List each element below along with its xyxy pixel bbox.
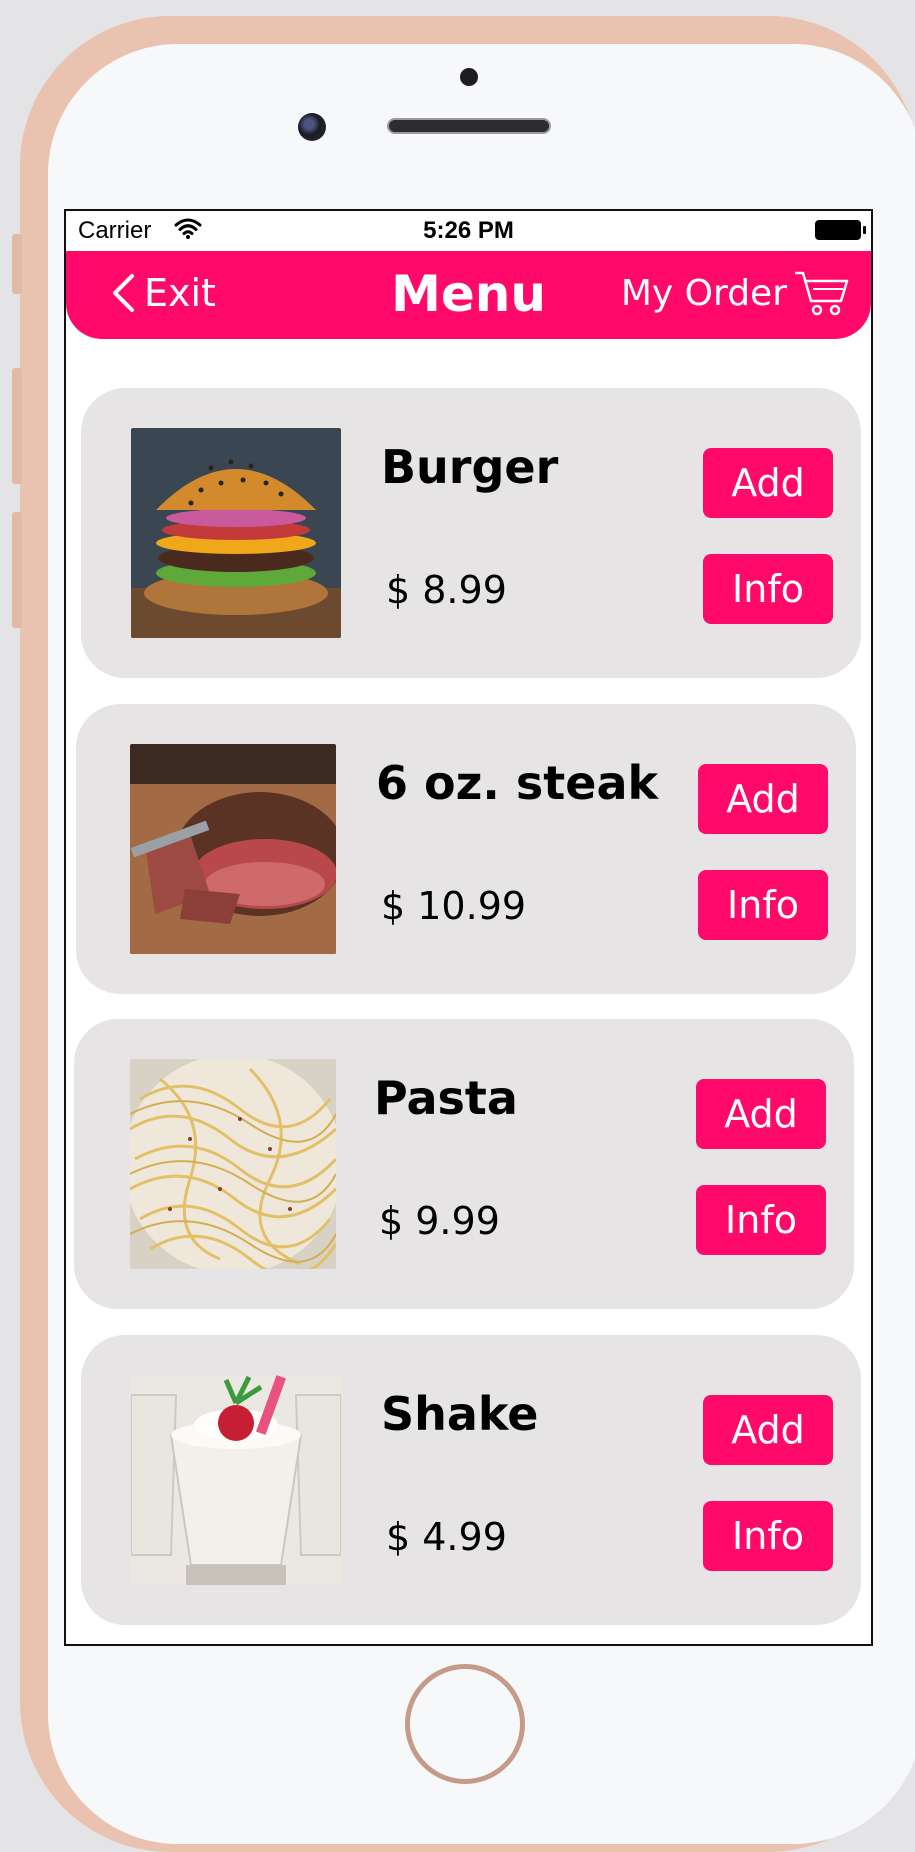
page-title: Menu — [391, 265, 546, 323]
exit-label: Exit — [144, 271, 216, 315]
item-price: $ 10.99 — [381, 884, 527, 928]
battery-icon — [815, 220, 866, 240]
home-button[interactable] — [405, 1664, 525, 1784]
add-button[interactable]: Add — [703, 448, 833, 518]
app-screen: Carrier 5:26 PM Exit Menu My Order Burge… — [64, 209, 873, 1646]
add-button[interactable]: Add — [703, 1395, 833, 1465]
status-bar: Carrier 5:26 PM — [66, 211, 871, 251]
cart-icon — [795, 271, 849, 316]
item-price: $ 4.99 — [386, 1515, 507, 1559]
item-price: $ 9.99 — [379, 1199, 500, 1243]
item-name: Pasta — [374, 1071, 518, 1125]
my-order-label: My Order — [620, 272, 787, 314]
chevron-left-icon — [113, 274, 134, 312]
item-name: Burger — [381, 440, 559, 494]
menu-item-card: Shake $ 4.99 Add Info — [81, 1335, 861, 1625]
item-name: Shake — [381, 1387, 539, 1441]
front-camera — [298, 113, 326, 141]
proximity-sensor — [460, 68, 478, 86]
add-button[interactable]: Add — [696, 1079, 826, 1149]
item-price: $ 8.99 — [386, 568, 507, 612]
steak-photo — [130, 744, 336, 954]
info-button[interactable]: Info — [696, 1185, 826, 1255]
menu-item-card: Burger $ 8.99 Add Info — [81, 388, 861, 678]
exit-button[interactable]: Exit — [110, 271, 216, 315]
pasta-photo — [130, 1059, 336, 1269]
add-button[interactable]: Add — [698, 764, 828, 834]
menu-item-card: 6 oz. steak $ 10.99 Add Info — [76, 704, 856, 994]
navigation-bar: Exit Menu My Order — [66, 251, 871, 339]
volume-up-button — [12, 368, 22, 484]
earpiece-speaker — [387, 118, 551, 134]
info-button[interactable]: Info — [703, 1501, 833, 1571]
shake-photo — [131, 1375, 341, 1585]
menu-item-card: Pasta $ 9.99 Add Info — [74, 1019, 854, 1309]
my-order-button[interactable]: My Order — [621, 269, 849, 317]
info-button[interactable]: Info — [703, 554, 833, 624]
volume-down-button — [12, 512, 22, 628]
info-button[interactable]: Info — [698, 870, 828, 940]
burger-photo — [131, 428, 341, 638]
item-name: 6 oz. steak — [376, 756, 659, 810]
status-time: 5:26 PM — [423, 217, 514, 244]
mute-switch — [12, 234, 22, 294]
